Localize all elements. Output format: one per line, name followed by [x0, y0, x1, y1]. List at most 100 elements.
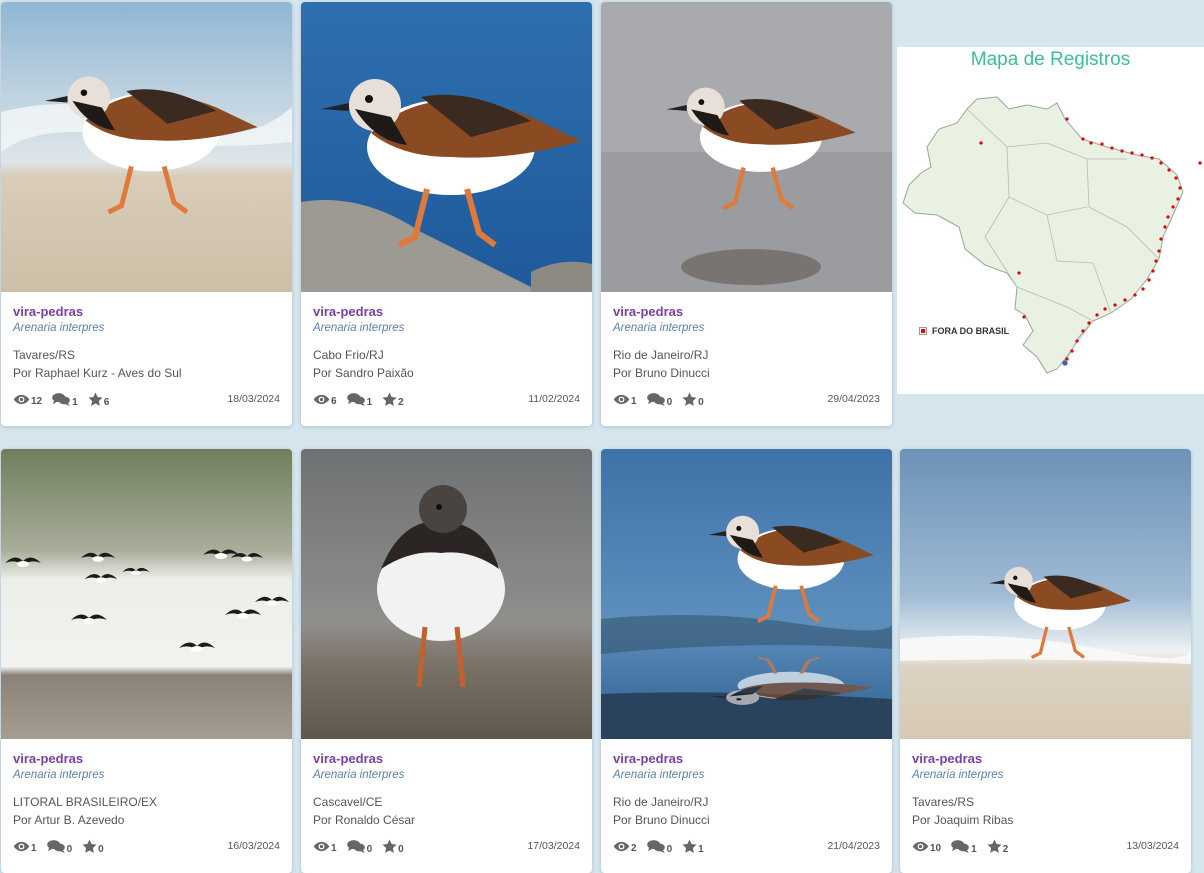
photo-image	[301, 449, 592, 739]
scientific-name: Arenaria interpres	[613, 769, 705, 781]
star-icon	[382, 839, 397, 853]
bird-photo[interactable]	[900, 449, 1191, 739]
stars-stat: 2	[382, 392, 404, 408]
stats-row: 1 0 0 17/03/2024	[313, 839, 580, 855]
photo-image	[1, 2, 292, 292]
record-card[interactable]: vira-pedras Arenaria interpres Tavares/R…	[900, 449, 1191, 873]
comments-count: 1	[366, 396, 373, 408]
stats-row: 1 0 0 29/04/2023	[613, 392, 880, 408]
common-name[interactable]: vira-pedras	[13, 304, 280, 320]
records-map[interactable]: Mapa de Registros FORA DO BRASIL	[897, 47, 1204, 394]
comments-count: 0	[366, 843, 373, 855]
comments-stat: 0	[47, 840, 73, 855]
star-icon	[382, 392, 397, 406]
location: Tavares/RS	[13, 348, 76, 362]
comments-count: 1	[971, 843, 977, 855]
bird-photo[interactable]	[601, 449, 892, 739]
comments-count: 0	[666, 843, 673, 855]
views-stat: 2	[613, 841, 637, 854]
comments-icon	[647, 393, 666, 406]
author: Por Bruno Dinucci	[613, 813, 710, 827]
stars-count: 0	[398, 844, 404, 855]
bird-photo[interactable]	[301, 2, 592, 292]
comments-icon	[647, 840, 666, 853]
stats-row: 6 1 2 11/02/2024	[313, 392, 580, 408]
bird-photo[interactable]	[301, 449, 592, 739]
stats-row: 10 1 2 13/03/2024	[912, 839, 1179, 855]
bird-photo[interactable]	[1, 2, 292, 292]
common-name[interactable]: vira-pedras	[313, 304, 580, 320]
record-card[interactable]: vira-pedras Arenaria interpres Cascavel/…	[301, 449, 592, 873]
views-count: 2	[631, 842, 637, 854]
stars-count: 0	[98, 844, 104, 855]
eye-icon	[13, 841, 30, 852]
record-date: 17/03/2024	[527, 840, 580, 852]
views-count: 6	[331, 395, 337, 407]
location: LITORAL BRASILEIRO/EX	[13, 795, 158, 809]
stars-stat: 1	[682, 839, 704, 855]
location: Rio de Janeiro/RJ	[613, 795, 709, 809]
views-count: 10	[930, 842, 942, 854]
views-count: 12	[31, 395, 43, 407]
record-card[interactable]: vira-pedras Arenaria interpres Rio de Ja…	[601, 2, 892, 426]
scientific-name: Arenaria interpres	[13, 322, 105, 334]
star-icon	[682, 392, 697, 406]
bird-photo[interactable]	[1, 449, 292, 739]
comments-stat: 0	[647, 393, 672, 408]
location: Rio de Janeiro/RJ	[613, 348, 709, 362]
views-stat: 1	[13, 841, 37, 854]
location: Cascavel/CE	[313, 795, 383, 809]
scientific-name: Arenaria interpres	[313, 769, 405, 781]
star-icon	[82, 839, 97, 853]
photo-image	[601, 449, 892, 739]
comments-stat: 1	[347, 393, 373, 408]
record-date: 16/03/2024	[227, 840, 280, 852]
star-icon	[88, 392, 103, 406]
common-name[interactable]: vira-pedras	[613, 304, 880, 320]
photo-image	[601, 2, 892, 292]
common-name[interactable]: vira-pedras	[912, 751, 1179, 767]
stars-count: 2	[398, 397, 404, 408]
location: Tavares/RS	[912, 795, 975, 809]
bird-photo[interactable]	[601, 2, 892, 292]
stars-count: 6	[103, 397, 110, 408]
record-date: 11/02/2024	[528, 393, 580, 405]
comments-stat: 0	[647, 840, 673, 855]
common-name[interactable]: vira-pedras	[13, 751, 280, 767]
eye-icon	[613, 394, 630, 405]
brazil-map[interactable]	[897, 47, 1204, 394]
comments-count: 0	[66, 843, 73, 855]
star-icon	[987, 839, 1002, 853]
comments-count: 1	[72, 396, 78, 408]
views-count: 1	[631, 395, 637, 407]
record-card[interactable]: vira-pedras Arenaria interpres Rio de Ja…	[601, 449, 892, 873]
record-card[interactable]: vira-pedras Arenaria interpres LITORAL B…	[1, 449, 292, 873]
views-stat: 6	[313, 394, 337, 407]
record-card[interactable]: vira-pedras Arenaria interpres Tavares/R…	[1, 2, 292, 426]
views-count: 1	[331, 842, 337, 854]
eye-icon	[313, 394, 330, 405]
stars-stat: 0	[682, 392, 704, 408]
views-stat: 1	[313, 841, 337, 854]
eye-icon	[613, 841, 630, 852]
legend-marker-icon	[919, 327, 927, 335]
stars-count: 2	[1002, 844, 1009, 855]
comments-icon	[951, 840, 970, 853]
common-name[interactable]: vira-pedras	[613, 751, 880, 767]
eye-icon	[13, 394, 30, 405]
author: Por Artur B. Azevedo	[13, 813, 125, 827]
scientific-name: Arenaria interpres	[13, 769, 105, 781]
star-icon	[682, 839, 697, 853]
photo-image	[1, 449, 292, 739]
author: Por Sandro Paixão	[313, 366, 414, 380]
comments-icon	[47, 840, 66, 853]
stats-row: 1 0 0 16/03/2024	[13, 839, 280, 855]
eye-icon	[313, 841, 330, 852]
views-stat: 1	[613, 394, 637, 407]
common-name[interactable]: vira-pedras	[313, 751, 580, 767]
record-date: 18/03/2024	[227, 393, 280, 405]
record-card[interactable]: vira-pedras Arenaria interpres Cabo Frio…	[301, 2, 592, 426]
views-count: 1	[31, 842, 37, 854]
scientific-name: Arenaria interpres	[912, 769, 1004, 781]
comments-icon	[347, 840, 366, 853]
